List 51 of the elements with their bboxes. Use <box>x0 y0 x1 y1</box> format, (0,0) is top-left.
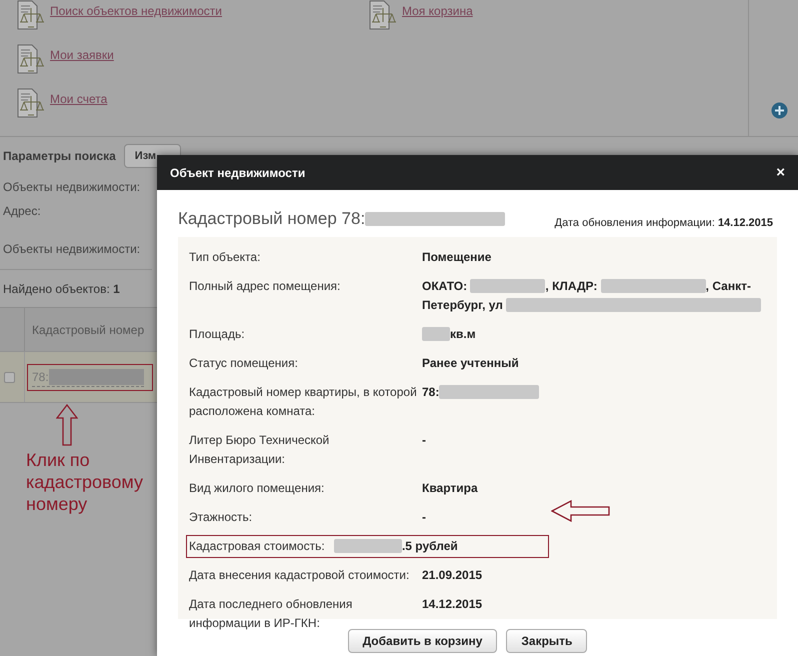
field-label: Кадастровая стоимость: <box>188 538 326 554</box>
nav-link[interactable]: Мои счета <box>50 88 108 110</box>
document-scales-icon <box>16 44 46 76</box>
redacted-block <box>422 327 450 342</box>
field-value: 21.09.2015 <box>422 568 482 582</box>
field-value: - <box>422 510 426 524</box>
field-label: Кадастровый номер квартиры, в которой расположена комната: <box>188 384 418 420</box>
document-scales-icon <box>368 0 398 32</box>
close-button[interactable]: × <box>776 165 785 180</box>
field-value: кв.м <box>450 326 476 340</box>
field-value: .5 рублей <box>402 538 458 552</box>
field-label: Вид жилого помещения: <box>188 480 326 496</box>
dialog-heading: Кадастровый номер 78: <box>178 208 366 230</box>
field-value: , Санкт- <box>706 278 751 292</box>
document-scales-icon <box>16 88 46 120</box>
add-to-cart-button[interactable]: Добавить в корзину <box>348 628 498 652</box>
field-value: ОКАТО: <box>422 278 468 292</box>
annotation-text: Клик по кадастровому номеру <box>26 449 144 515</box>
filter-label: Объекты недвижимости: <box>3 241 142 258</box>
checkbox[interactable] <box>4 372 15 382</box>
field-value: Ранее учтенный <box>422 356 519 370</box>
field-label: Тип объекта: <box>188 248 262 266</box>
field-value: 78: <box>422 384 440 398</box>
field-label: Площадь: <box>188 326 246 342</box>
field-value: Помещение <box>422 250 492 264</box>
field-value: - <box>422 432 426 446</box>
filter-label: Объекты недвижимости: <box>3 179 142 196</box>
section-title: Параметры поиска <box>3 148 116 165</box>
field-value: Квартира <box>422 480 478 494</box>
redacted-block <box>334 539 402 554</box>
arrow-left-icon <box>551 500 611 522</box>
close-dialog-button[interactable]: Закрыть <box>506 628 588 652</box>
field-value: Петербург, ул <box>422 298 504 312</box>
filter-label: Адрес: <box>3 203 42 220</box>
nav-link[interactable]: Поиск объектов недвижимости <box>50 0 222 22</box>
field-label: Полный адрес помещения: <box>188 278 342 294</box>
field-label: Литер Бюро Технической Инвентаризации: <box>188 432 330 468</box>
arrow-up-icon <box>56 404 78 446</box>
results-count: Найдено объектов: 1 <box>3 282 120 296</box>
field-label: Статус помещения: <box>188 354 299 372</box>
field-label: Дата внесения кадастровой стоимости: <box>188 566 410 584</box>
column-header: Кадастровый номер <box>31 322 144 338</box>
update-date: Дата обновления информации: 14.12.2015 <box>554 216 773 231</box>
field-label: Дата последнего обновления информации в ИР-ГКН: <box>188 596 354 632</box>
document-scales-icon <box>16 0 46 32</box>
field-value: , КЛАДР: <box>545 278 598 292</box>
plus-icon[interactable] <box>771 102 788 119</box>
field-label: Этажность: <box>188 508 254 526</box>
nav-link[interactable]: Мои заявки <box>50 44 114 66</box>
nav-link[interactable]: Моя корзина <box>402 0 473 22</box>
field-value: 14.12.2015 <box>422 596 482 610</box>
